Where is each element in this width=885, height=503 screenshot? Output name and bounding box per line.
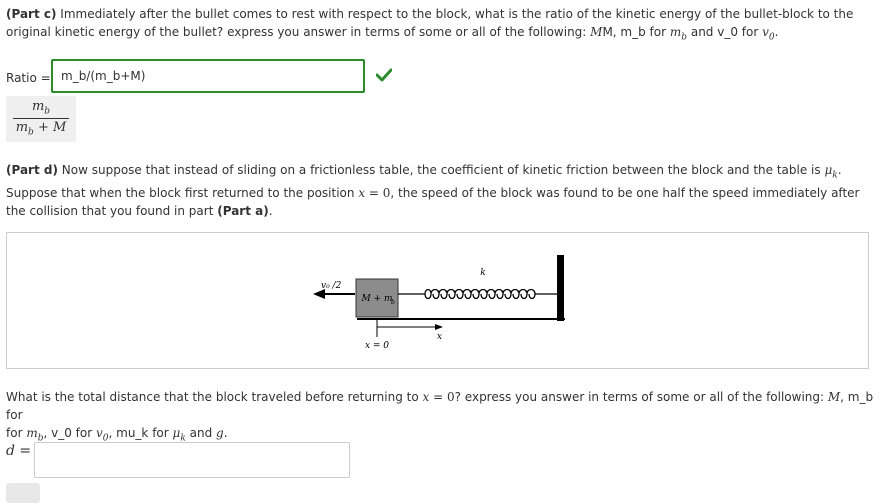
displacement-label: x bbox=[437, 332, 442, 342]
figure-box: v₀ /2 M + m b k x x = 0 bbox=[6, 232, 869, 369]
d-label: d = bbox=[6, 443, 32, 459]
wall bbox=[557, 255, 564, 321]
part-d-text: (Part d) Now suppose that instead of sli… bbox=[6, 163, 860, 219]
svg-text:b: b bbox=[391, 299, 395, 306]
spring-block-diagram: v₀ /2 M + m b k x x = 0 bbox=[313, 255, 565, 351]
origin-label: x = 0 bbox=[365, 341, 389, 351]
displacement-arrowhead bbox=[435, 324, 443, 330]
part-c-label: (Part c) bbox=[6, 7, 57, 21]
fraction-bar bbox=[13, 117, 69, 119]
submit-button[interactable] bbox=[6, 483, 40, 503]
spring bbox=[398, 288, 557, 300]
spring-constant-label: k bbox=[480, 268, 485, 278]
d-answer-input[interactable] bbox=[34, 442, 350, 478]
ratio-input[interactable]: m_b/(m_b+M) bbox=[51, 59, 365, 93]
question-text: What is the total distance that the bloc… bbox=[6, 390, 874, 444]
check-icon bbox=[376, 68, 392, 82]
math-preview: mb mb + M bbox=[6, 96, 76, 142]
part-c-text: (Part c) Immediately after the bullet co… bbox=[6, 7, 854, 43]
part-d-label: (Part d) bbox=[6, 163, 58, 177]
block-label: M + m bbox=[360, 294, 392, 304]
velocity-label: v₀ /2 bbox=[321, 281, 342, 291]
ratio-label: Ratio = bbox=[6, 71, 51, 85]
preview-numerator: mb bbox=[31, 99, 51, 117]
preview-denominator: mb + M bbox=[15, 119, 67, 138]
